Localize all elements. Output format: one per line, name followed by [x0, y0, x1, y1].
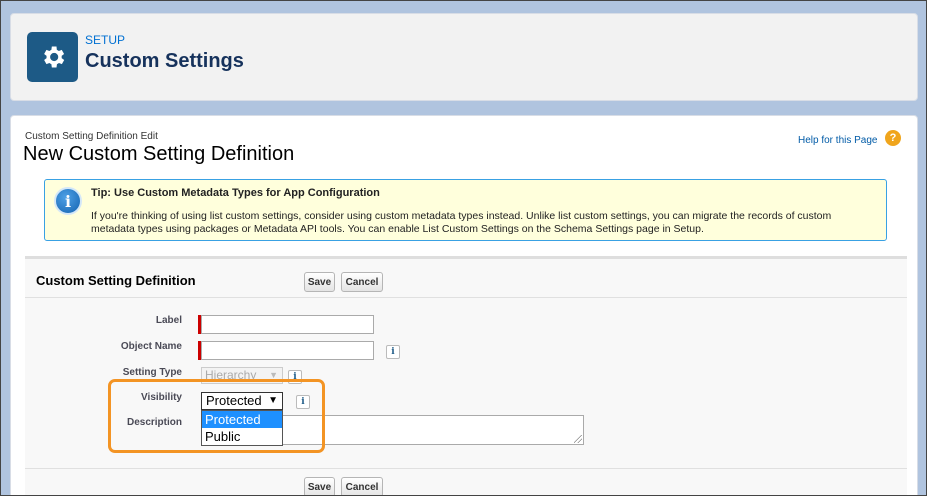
highlight-annotation [108, 379, 325, 453]
divider [25, 468, 907, 469]
help-link[interactable]: Help for this Page [798, 135, 878, 146]
section-title: Custom Setting Definition [36, 273, 196, 288]
breadcrumb[interactable]: SETUP [85, 33, 125, 47]
page-title: New Custom Setting Definition [23, 143, 295, 165]
cancel-button-bottom[interactable]: Cancel [341, 477, 383, 495]
label-input[interactable] [201, 315, 374, 334]
definition-header: Custom Setting Definition Save Cancel [25, 259, 907, 298]
page-pre-title: Custom Setting Definition Edit [25, 131, 158, 142]
info-icon: i [54, 187, 82, 215]
setup-header: SETUP Custom Settings [10, 13, 918, 101]
tip-box: i Tip: Use Custom Metadata Types for App… [44, 179, 887, 241]
window: SETUP Custom Settings Custom Setting Def… [0, 0, 927, 496]
gear-icon [27, 32, 78, 82]
info-icon[interactable]: i [386, 345, 400, 359]
tip-body: If you're thinking of using list custom … [91, 210, 832, 235]
app-title: Custom Settings [85, 50, 244, 72]
tip-heading: Tip: Use Custom Metadata Types for App C… [91, 187, 380, 199]
object-name-input[interactable] [201, 341, 374, 360]
cancel-button[interactable]: Cancel [341, 272, 383, 292]
setting-type-field-label: Setting Type [122, 367, 182, 378]
resize-handle[interactable] [574, 435, 582, 443]
label-field-label: Label [155, 315, 182, 326]
save-button-bottom[interactable]: Save [304, 477, 335, 495]
definition-section: Custom Setting Definition Save Cancel La… [25, 256, 907, 495]
help-icon[interactable]: ? [885, 130, 901, 146]
object-name-field-label: Object Name [120, 341, 182, 352]
save-button[interactable]: Save [304, 272, 335, 292]
